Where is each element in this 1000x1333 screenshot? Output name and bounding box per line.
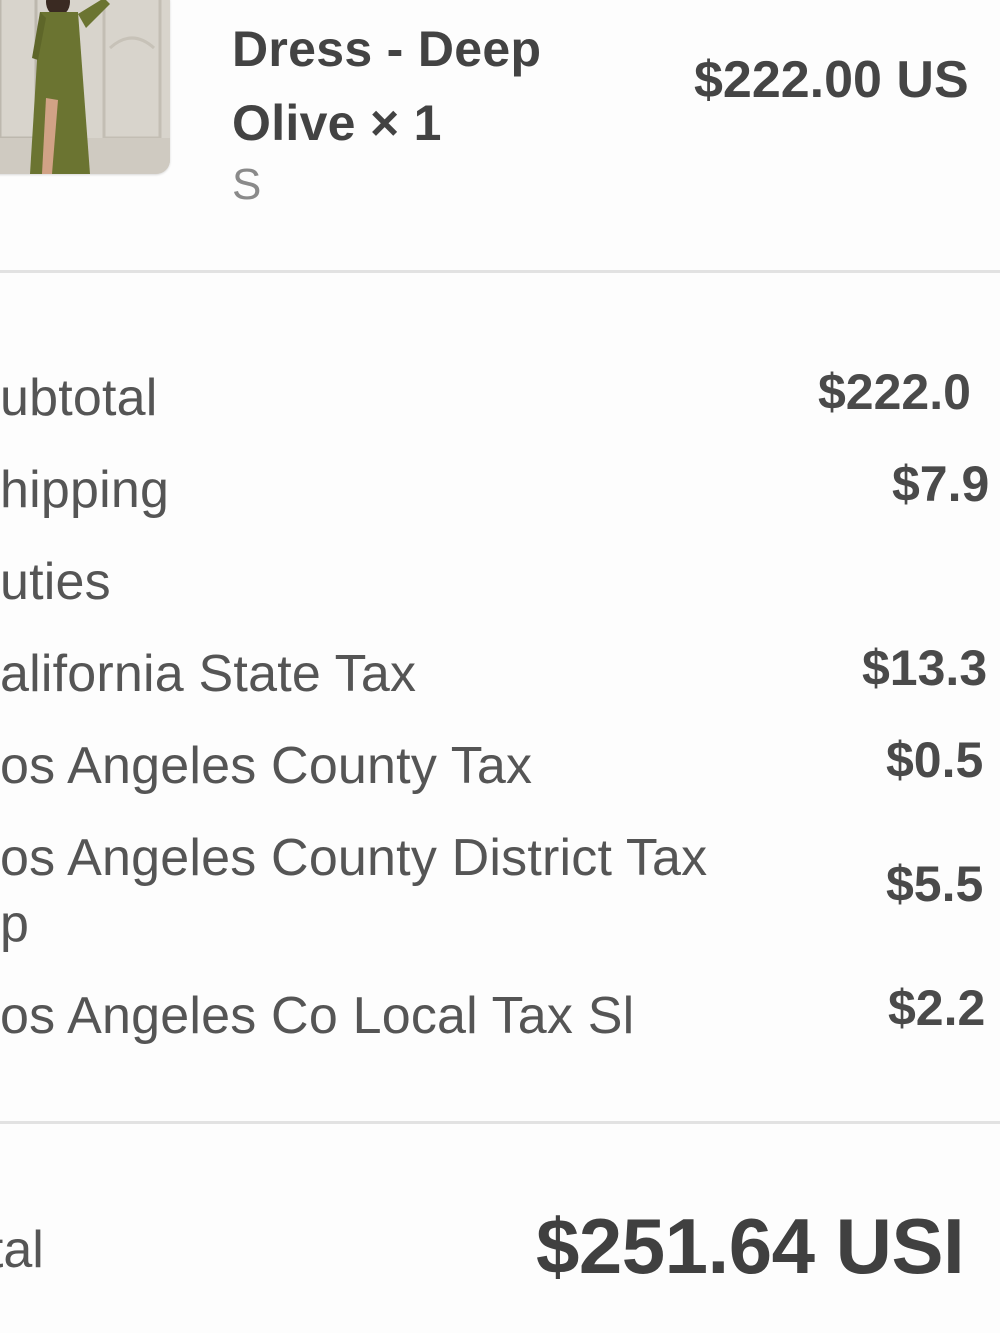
subtotal-value: $222.0 bbox=[818, 364, 971, 420]
line-item: Dress - Deep Olive × 1 S $222.00 US bbox=[0, 0, 1000, 272]
product-price: $222.00 US bbox=[694, 51, 969, 109]
la-local-tax-value: $2.2 bbox=[888, 980, 986, 1036]
california-tax-label: alifornia State Tax bbox=[0, 645, 417, 703]
order-summary: Dress - Deep Olive × 1 S $222.00 US ubto… bbox=[0, 0, 1000, 1333]
shipping-value: $7.9 bbox=[892, 456, 990, 512]
la-county-tax-label: os Angeles County Tax bbox=[0, 737, 533, 795]
la-county-tax-value: $0.5 bbox=[886, 732, 984, 788]
shipping-label: hipping bbox=[0, 461, 170, 519]
product-variant: S bbox=[232, 160, 262, 209]
total-value: $251.64 USI bbox=[536, 1202, 965, 1290]
divider bbox=[0, 270, 1000, 273]
product-thumbnail[interactable] bbox=[0, 0, 170, 174]
divider bbox=[0, 1121, 1000, 1124]
dress-photo-icon bbox=[0, 0, 170, 174]
total-label: otal bbox=[0, 1221, 44, 1279]
california-tax-value: $13.3 bbox=[862, 640, 988, 696]
product-name: Dress - Deep Olive × 1 bbox=[232, 21, 542, 151]
duties-label: uties bbox=[0, 553, 111, 611]
la-local-tax-label: os Angeles Co Local Tax Sl bbox=[0, 987, 635, 1045]
la-district-tax-label: os Angeles County District Tax bbox=[0, 829, 708, 887]
subtotal-label: ubtotal bbox=[0, 369, 158, 427]
la-district-tax-label-continued: p bbox=[0, 895, 30, 953]
la-district-tax-value: $5.5 bbox=[886, 856, 984, 912]
